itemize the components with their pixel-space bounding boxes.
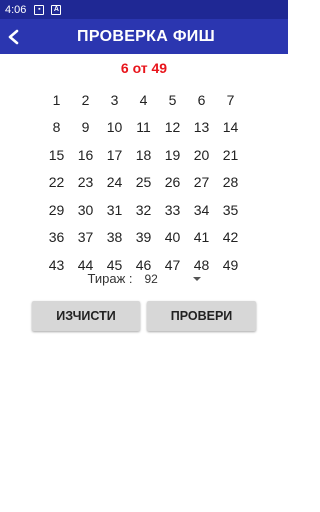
- number-row: 15 16 17 18 19 20 21: [42, 141, 246, 169]
- chevron-down-icon: [192, 276, 201, 281]
- number-cell[interactable]: 20: [187, 147, 216, 163]
- draw-select-value: 92: [144, 271, 158, 286]
- number-cell[interactable]: 13: [187, 119, 216, 135]
- number-cell[interactable]: 18: [129, 147, 158, 163]
- number-cell[interactable]: 40: [158, 229, 187, 245]
- number-cell[interactable]: 15: [42, 147, 71, 163]
- draw-select[interactable]: 92: [145, 272, 201, 286]
- number-cell[interactable]: 36: [42, 229, 71, 245]
- a-icon: A: [51, 4, 62, 15]
- draw-selector-row: Тираж : 92: [0, 271, 288, 286]
- number-cell[interactable]: 32: [129, 202, 158, 218]
- number-cell[interactable]: 3: [100, 92, 129, 108]
- number-cell[interactable]: 7: [216, 92, 245, 108]
- number-cell[interactable]: 38: [100, 229, 129, 245]
- status-bar: 4:06 ▪ A: [0, 0, 288, 19]
- number-cell[interactable]: 14: [216, 119, 245, 135]
- number-cell[interactable]: 33: [158, 202, 187, 218]
- number-cell[interactable]: 22: [42, 174, 71, 190]
- number-cell[interactable]: 10: [100, 119, 129, 135]
- number-cell[interactable]: 41: [187, 229, 216, 245]
- number-cell[interactable]: 31: [100, 202, 129, 218]
- number-cell[interactable]: 28: [216, 174, 245, 190]
- number-cell[interactable]: 30: [71, 202, 100, 218]
- number-cell[interactable]: 34: [187, 202, 216, 218]
- number-cell[interactable]: 5: [158, 92, 187, 108]
- status-time: 4:06: [5, 3, 27, 16]
- number-cell[interactable]: 8: [42, 119, 71, 135]
- number-grid: 1 2 3 4 5 6 7 8 9 10 11 12 13 14 15 16 17 18 19 20 21 22 23 24 2…: [42, 86, 246, 279]
- number-row: 29 30 31 32 33 34 35: [42, 196, 246, 224]
- image-icon: ▪: [34, 4, 45, 15]
- number-cell[interactable]: 19: [158, 147, 187, 163]
- number-cell[interactable]: 21: [216, 147, 245, 163]
- number-row: 36 37 38 39 40 41 42: [42, 224, 246, 252]
- number-cell[interactable]: 29: [42, 202, 71, 218]
- selection-count: 6 от 49: [120, 60, 168, 76]
- clear-button[interactable]: ИЗЧИСТИ: [32, 301, 140, 331]
- number-cell[interactable]: 42: [216, 229, 245, 245]
- number-row: 22 23 24 25 26 27 28: [42, 169, 246, 197]
- number-cell[interactable]: 27: [187, 174, 216, 190]
- number-cell[interactable]: 23: [71, 174, 100, 190]
- number-cell[interactable]: 11: [129, 119, 158, 135]
- number-cell[interactable]: 1: [42, 92, 71, 108]
- number-cell[interactable]: 17: [100, 147, 129, 163]
- arrow-left-icon: [8, 29, 19, 44]
- page-title: ПРОВЕРКА ФИШ: [77, 27, 215, 45]
- number-row: 1234567: [42, 86, 246, 114]
- number-cell[interactable]: 24: [100, 174, 129, 190]
- draw-label: Тираж :: [87, 271, 133, 286]
- number-cell[interactable]: 4: [129, 92, 158, 108]
- number-cell[interactable]: 39: [129, 229, 158, 245]
- number-cell[interactable]: 16: [71, 147, 100, 163]
- number-row: 8 9 10 11 12 13 14: [42, 114, 246, 142]
- number-cell[interactable]: 25: [129, 174, 158, 190]
- number-cell[interactable]: 35: [216, 202, 245, 218]
- number-cell[interactable]: 26: [158, 174, 187, 190]
- number-cell[interactable]: 9: [71, 119, 100, 135]
- check-button[interactable]: ПРОВЕРИ: [147, 301, 256, 331]
- number-cell[interactable]: 37: [71, 229, 100, 245]
- number-cell[interactable]: 12: [158, 119, 187, 135]
- number-cell[interactable]: 2: [71, 92, 100, 108]
- number-cell[interactable]: 6: [187, 92, 216, 108]
- app-bar: ПРОВЕРКА ФИШ: [0, 19, 288, 54]
- back-button[interactable]: [0, 19, 28, 54]
